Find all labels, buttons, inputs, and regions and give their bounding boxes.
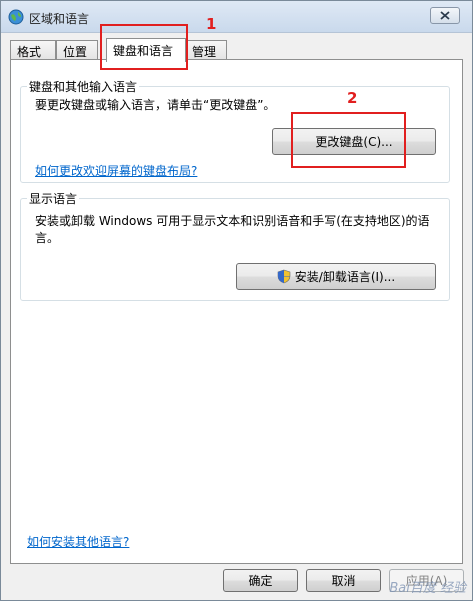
install-other-languages-link[interactable]: 如何安装其他语言?	[27, 533, 129, 550]
ok-button[interactable]: 确定	[223, 569, 298, 592]
title-bar: 区域和语言	[1, 1, 472, 33]
watermark: Bai百度 经验	[389, 577, 466, 596]
keyboard-description: 要更改键盘或输入语言，请单击“更改键盘”。	[35, 98, 276, 112]
change-keyboards-button[interactable]: 更改键盘(C)...	[272, 128, 436, 155]
annotation-number-2: 2	[347, 89, 358, 107]
window-title: 区域和语言	[29, 12, 90, 26]
globe-icon	[8, 9, 24, 25]
keyboard-group-title: 键盘和其他输入语言	[27, 78, 140, 95]
display-language-group: 显示语言 安装或卸载 Windows 可用于显示文本和识别语音和手写(在支持地区…	[20, 190, 450, 301]
tab-label: 格式	[17, 45, 42, 59]
tab-location[interactable]: 位置	[56, 40, 98, 60]
cancel-button[interactable]: 取消	[306, 569, 381, 592]
install-uninstall-languages-button[interactable]: 安装/卸载语言(I)...	[236, 263, 436, 290]
keyboard-group: 键盘和其他输入语言 要更改键盘或输入语言，请单击“更改键盘”。 更改键盘(C).…	[20, 78, 450, 183]
display-language-title: 显示语言	[27, 190, 80, 207]
tab-administrative[interactable]: 管理	[185, 40, 227, 60]
close-button[interactable]	[430, 7, 460, 24]
button-label: 安装/卸载语言(I)...	[294, 270, 396, 284]
button-label: 取消	[331, 574, 356, 588]
tab-label: 键盘和语言	[113, 44, 174, 58]
uac-shield-icon	[277, 269, 291, 284]
dialog-window: 区域和语言 格式 位置 键盘和语言 管理 键盘和其他输入语言 要更改键盘或输入语…	[0, 0, 473, 601]
close-icon	[440, 11, 450, 20]
watermark-text: Bai百度 经验	[389, 581, 466, 596]
tab-keyboards-languages[interactable]: 键盘和语言	[106, 38, 186, 62]
tab-label: 管理	[192, 45, 217, 59]
button-label: 确定	[248, 574, 273, 588]
annotation-number-1: 1	[206, 15, 217, 33]
button-label: 更改键盘(C)...	[315, 135, 393, 149]
welcome-keyboard-link[interactable]: 如何更改欢迎屏幕的键盘布局?	[35, 162, 197, 179]
tab-label: 位置	[63, 45, 88, 59]
tab-panel: 键盘和其他输入语言 要更改键盘或输入语言，请单击“更改键盘”。 更改键盘(C).…	[10, 59, 463, 564]
display-language-description: 安装或卸载 Windows 可用于显示文本和识别语音和手写(在支持地区)的语言。	[35, 214, 430, 245]
tab-formats[interactable]: 格式	[10, 40, 56, 60]
